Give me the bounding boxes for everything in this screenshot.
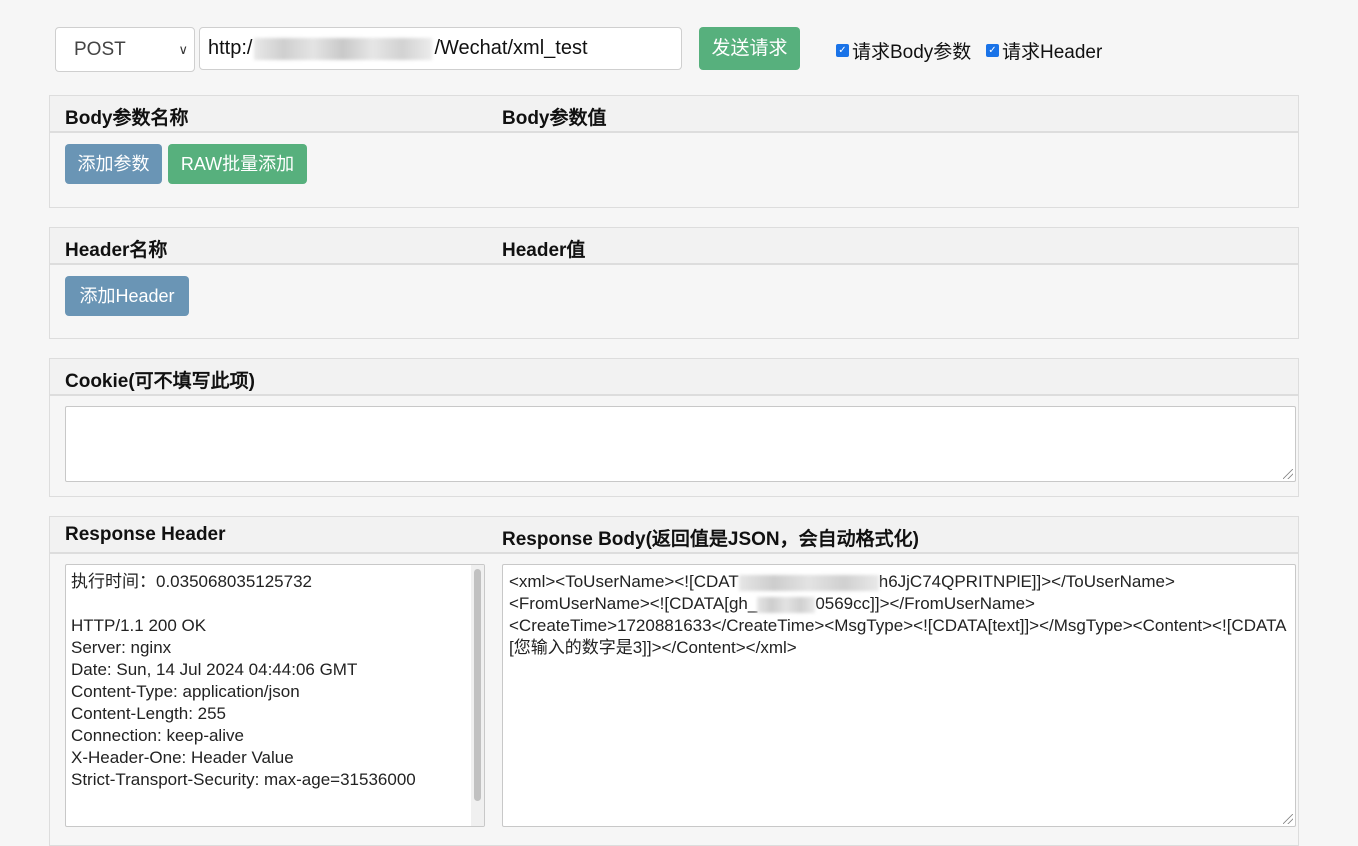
request-bar: POST ∨ http:/ /Wechat/xml_test 发送请求 ✓ 请求B… — [0, 0, 1358, 90]
checkbox-checked-icon[interactable]: ✓ — [986, 44, 999, 57]
scrollbar[interactable] — [471, 565, 484, 826]
scrollbar-thumb[interactable] — [474, 569, 481, 801]
url-input[interactable]: http:/ /Wechat/xml_test — [199, 27, 682, 70]
send-request-button[interactable]: 发送请求 — [699, 27, 800, 70]
response-body-line1-end: h6JjC74QPRITNPlE]]></ToUserName> — [878, 572, 1175, 591]
resize-grip-icon[interactable] — [1283, 469, 1293, 479]
resize-grip-icon[interactable] — [1283, 814, 1293, 824]
response-header-textarea[interactable]: 执行时间：0.035068035125732 HTTP/1.1 200 OK S… — [65, 564, 485, 827]
redacted-account-id — [757, 596, 816, 613]
header-value-column: Header值 — [502, 240, 586, 261]
checkbox-checked-icon[interactable]: ✓ — [836, 44, 849, 57]
header-checkbox-label: 请求Header — [1002, 42, 1103, 63]
body-params-panel: Body参数名称 Body参数值 添加参数 RAW批量添加 — [49, 95, 1299, 208]
url-suffix: /Wechat/xml_test — [434, 37, 588, 59]
response-header-title: Response Header — [65, 524, 226, 545]
cookie-panel: Cookie(可不填写此项) — [49, 358, 1299, 497]
response-body-text: <xml><ToUserName><![CDAT h6JjC74QPRITNPlE… — [503, 565, 1295, 665]
response-header-text: 执行时间：0.035068035125732 HTTP/1.1 200 OK S… — [71, 572, 416, 789]
cookie-textarea[interactable] — [65, 406, 1296, 482]
redacted-host — [254, 37, 433, 60]
body-params-checkbox-label: 请求Body参数 — [852, 42, 972, 63]
body-param-name-column: Body参数名称 — [65, 108, 189, 129]
redacted-openid — [738, 574, 879, 591]
add-header-button[interactable]: 添加Header — [65, 276, 189, 316]
response-panel: Response Header Response Body(返回值是JSON，会… — [49, 516, 1299, 846]
add-param-button[interactable]: 添加参数 — [65, 144, 162, 184]
body-param-value-column: Body参数值 — [502, 108, 607, 129]
body-params-header: Body参数名称 Body参数值 — [50, 96, 1298, 133]
header-name-column: Header名称 — [65, 240, 168, 261]
response-body-rest: <CreateTime>1720881633</CreateTime><MsgT… — [509, 616, 1287, 657]
response-body-textarea[interactable]: <xml><ToUserName><![CDAT h6JjC74QPRITNPlE… — [502, 564, 1296, 827]
response-body-line1-start: <xml><ToUserName><![CDAT — [509, 572, 739, 591]
method-value: POST — [74, 39, 126, 60]
method-select[interactable]: POST ∨ — [55, 27, 195, 72]
response-body-line2-end: 0569cc]]></FromUserName> — [815, 594, 1035, 613]
header-params-panel: Header名称 Header值 添加Header — [49, 227, 1299, 339]
response-body-title: Response Body(返回值是JSON，会自动格式化) — [502, 529, 919, 550]
header-checkbox[interactable]: ✓ 请求Header — [986, 37, 1102, 64]
response-header-row: Response Header Response Body(返回值是JSON，会… — [50, 517, 1298, 554]
response-body-line2-start: <FromUserName><![CDATA[gh_ — [509, 594, 758, 613]
chevron-down-icon: ∨ — [178, 42, 188, 57]
cookie-title: Cookie(可不填写此项) — [65, 371, 256, 392]
cookie-header: Cookie(可不填写此项) — [50, 359, 1298, 396]
body-params-checkbox[interactable]: ✓ 请求Body参数 — [836, 37, 971, 64]
header-params-header: Header名称 Header值 — [50, 228, 1298, 265]
url-prefix: http:/ — [208, 37, 253, 59]
raw-bulk-add-button[interactable]: RAW批量添加 — [168, 144, 307, 184]
